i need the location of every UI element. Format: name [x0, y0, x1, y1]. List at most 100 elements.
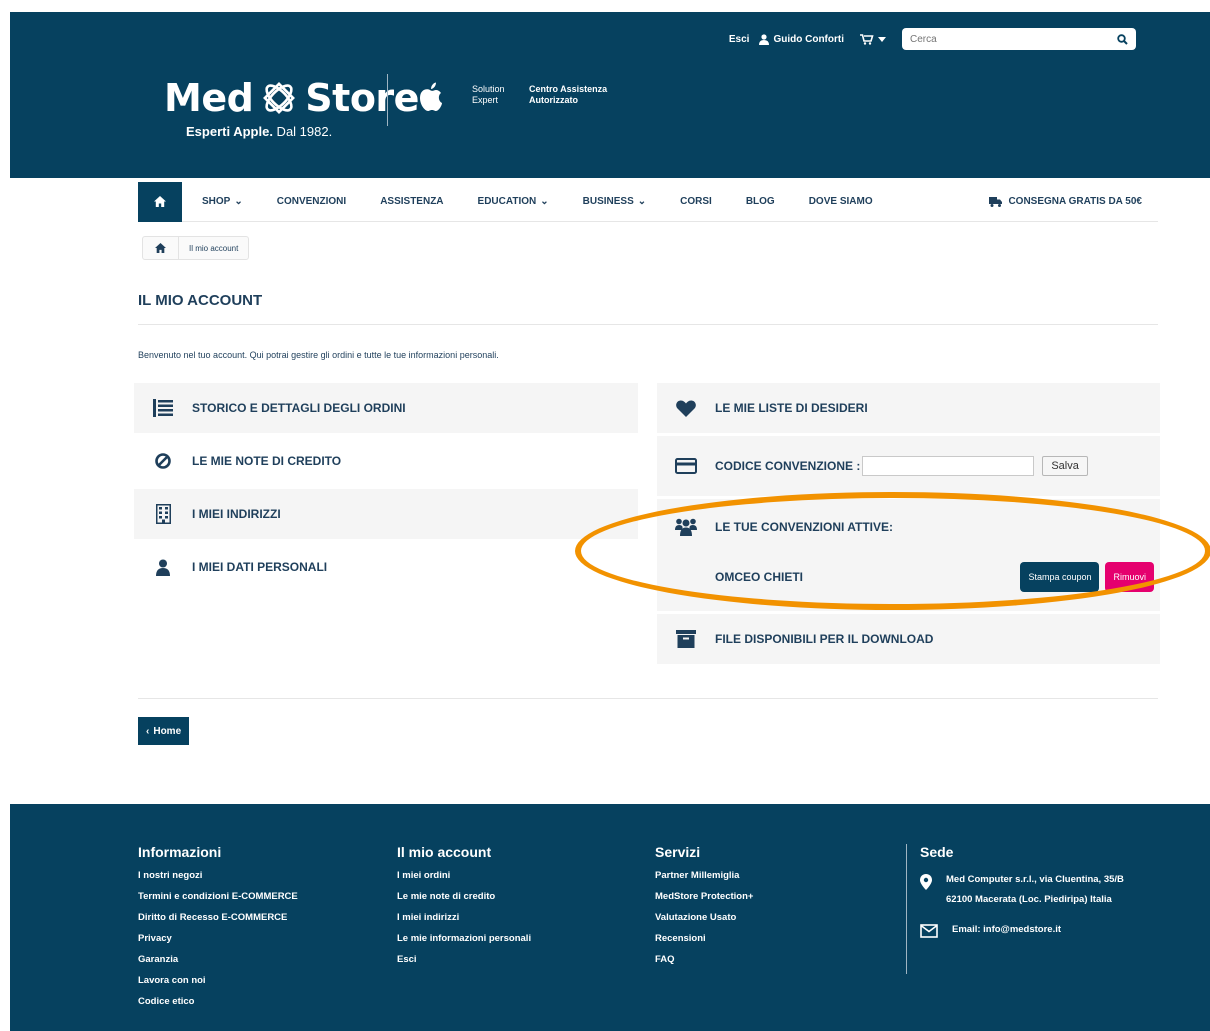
footer-link[interactable]: Recensioni	[655, 933, 753, 944]
apple-badge	[404, 82, 456, 117]
breadcrumb: Il mio account	[142, 236, 250, 260]
print-coupon-button[interactable]: Stampa coupon	[1020, 562, 1100, 592]
footer-link[interactable]: Diritto di Recesso E-COMMERCE	[138, 912, 298, 923]
footer-info-title: Informazioni	[138, 844, 222, 860]
footer-link[interactable]: Privacy	[138, 933, 298, 944]
tagline: Esperti Apple. Dal 1982.	[186, 124, 333, 139]
knot-logo-icon	[263, 82, 296, 114]
save-button[interactable]: Salva	[1042, 456, 1088, 476]
medstore-logo[interactable]: Med Store Esperti Apple. Dal 1982.	[164, 76, 419, 139]
user-name: Guido Conforti	[773, 33, 844, 45]
nav-education[interactable]: EDUCATION ⌄	[478, 196, 549, 207]
nav-business[interactable]: BUSINESS ⌄	[583, 196, 647, 207]
home-icon	[155, 243, 166, 253]
logout-link[interactable]: Esci	[729, 34, 750, 45]
archive-icon	[676, 630, 696, 648]
search-box	[902, 28, 1136, 50]
footer: Informazioni I nostri negozi Termini e c…	[10, 804, 1210, 1031]
footer-link[interactable]: I nostri negozi	[138, 870, 298, 881]
footer-link[interactable]: Partner Millemiglia	[655, 870, 753, 881]
topbar: Esci Guido Conforti	[729, 28, 1136, 50]
nav-blog[interactable]: BLOG	[746, 196, 775, 207]
user-icon	[156, 559, 170, 576]
footer-link[interactable]: FAQ	[655, 954, 753, 965]
credit-card-icon	[675, 458, 697, 474]
map-marker-icon	[920, 874, 932, 890]
home-icon	[154, 196, 166, 207]
footer-link[interactable]: I miei ordini	[397, 870, 531, 881]
logo-text-right: Store	[305, 76, 419, 120]
footer-link[interactable]: Lavora con noi	[138, 975, 298, 986]
account-menu-right: LE MIE LISTE DI DESIDERI CODICE CONVENZI…	[657, 383, 1160, 667]
footer-services: Servizi Partner Millemiglia MedStore Pro…	[655, 844, 753, 975]
footer-link[interactable]: I miei indirizzi	[397, 912, 531, 923]
active-conventions: LE TUE CONVENZIONI ATTIVE: OMCEO CHIETI …	[657, 499, 1160, 611]
page: Esci Guido Conforti Med	[10, 12, 1210, 1031]
heart-icon	[676, 399, 696, 417]
footer-link[interactable]: Garanzia	[138, 954, 298, 965]
search-input[interactable]	[910, 33, 1090, 45]
divider	[138, 698, 1158, 699]
footer-services-title: Servizi	[655, 844, 701, 860]
footer-link[interactable]: Esci	[397, 954, 531, 965]
breadcrumb-home[interactable]	[143, 237, 179, 259]
solution-expert: Solution Expert	[472, 84, 505, 105]
footer-account-title: Il mio account	[397, 844, 492, 860]
footer-account: Il mio account I miei ordini Le mie note…	[397, 844, 531, 975]
welcome-text: Benvenuto nel tuo account. Qui potrai ge…	[138, 350, 499, 360]
main-nav: SHOP ⌄ CONVENZIONI ASSISTENZA EDUCATION ⌄ …	[138, 181, 1158, 222]
footer-link[interactable]: Codice etico	[138, 996, 298, 1007]
chevron-down-icon: ⌄	[540, 196, 549, 207]
header: Esci Guido Conforti Med	[10, 12, 1210, 178]
group-icon	[675, 518, 697, 536]
active-conventions-label: LE TUE CONVENZIONI ATTIVE:	[715, 520, 894, 534]
nav-assistenza[interactable]: ASSISTENZA	[380, 196, 443, 207]
ban-icon	[155, 453, 171, 469]
truck-icon	[989, 196, 1003, 207]
user-icon	[759, 33, 770, 45]
account-menu-left: STORICO E DETTAGLI DEGLI ORDINI LE MIE N…	[134, 383, 638, 595]
footer-email[interactable]: Email: info@medstore.it	[920, 924, 1124, 938]
nav-home[interactable]	[138, 181, 182, 222]
nav-convenzioni[interactable]: CONVENZIONI	[277, 196, 346, 207]
menu-downloads[interactable]: FILE DISPONIBILI PER IL DOWNLOAD	[657, 614, 1160, 664]
nav-corsi[interactable]: CORSI	[680, 196, 712, 207]
menu-credit-notes[interactable]: LE MIE NOTE DI CREDITO	[134, 436, 638, 486]
footer-address: Med Computer s.r.l., via Cluentina, 35/B…	[920, 874, 1124, 910]
cart-button[interactable]	[860, 33, 886, 45]
envelope-icon	[920, 924, 938, 938]
coupon-code-label: CODICE CONVENZIONE :	[715, 459, 861, 473]
footer-link[interactable]: Le mie note di credito	[397, 891, 531, 902]
footer-link[interactable]: Le mie informazioni personali	[397, 933, 531, 944]
cart-icon	[860, 33, 874, 45]
home-back-button[interactable]: ‹ Home	[138, 717, 190, 745]
menu-personal-data[interactable]: I MIEI DATI PERSONALI	[134, 542, 638, 592]
nav-dove-siamo[interactable]: DOVE SIAMO	[809, 196, 873, 207]
apple-logo-icon	[420, 82, 442, 111]
logo-text-left: Med	[164, 76, 254, 120]
menu-order-history[interactable]: STORICO E DETTAGLI DEGLI ORDINI	[134, 383, 638, 433]
logo-divider	[387, 74, 388, 126]
authorized-service-center: Centro Assistenza Autorizzato	[529, 84, 608, 105]
search-icon[interactable]	[1117, 33, 1128, 45]
footer-divider	[906, 844, 907, 974]
nav-shop[interactable]: SHOP ⌄	[202, 196, 243, 207]
footer-info: Informazioni I nostri negozi Termini e c…	[138, 844, 298, 1017]
footer-sede-title: Sede	[920, 844, 954, 860]
chevron-down-icon: ⌄	[637, 196, 647, 207]
footer-link[interactable]: Valutazione Usato	[655, 912, 753, 923]
coupon-code-row: CODICE CONVENZIONE : Salva	[657, 436, 1160, 496]
coupon-code-input[interactable]	[862, 456, 1035, 476]
divider	[138, 324, 1158, 325]
user-account[interactable]: Guido Conforti	[759, 34, 844, 45]
list-icon	[153, 399, 173, 417]
footer-link[interactable]: MedStore Protection+	[655, 891, 753, 902]
menu-addresses[interactable]: I MIEI INDIRIZZI	[134, 489, 638, 539]
menu-wishlists[interactable]: LE MIE LISTE DI DESIDERI	[657, 383, 1160, 433]
free-shipping-notice[interactable]: CONSEGNA GRATIS DA 50€	[989, 196, 1142, 207]
footer-link[interactable]: Termini e condizioni E-COMMERCE	[138, 891, 298, 902]
chevron-left-icon: ‹	[146, 725, 150, 737]
remove-button[interactable]: Rimuovi	[1105, 562, 1154, 592]
page-title: IL MIO ACCOUNT	[138, 292, 263, 309]
chevron-down-icon: ⌄	[234, 196, 243, 207]
